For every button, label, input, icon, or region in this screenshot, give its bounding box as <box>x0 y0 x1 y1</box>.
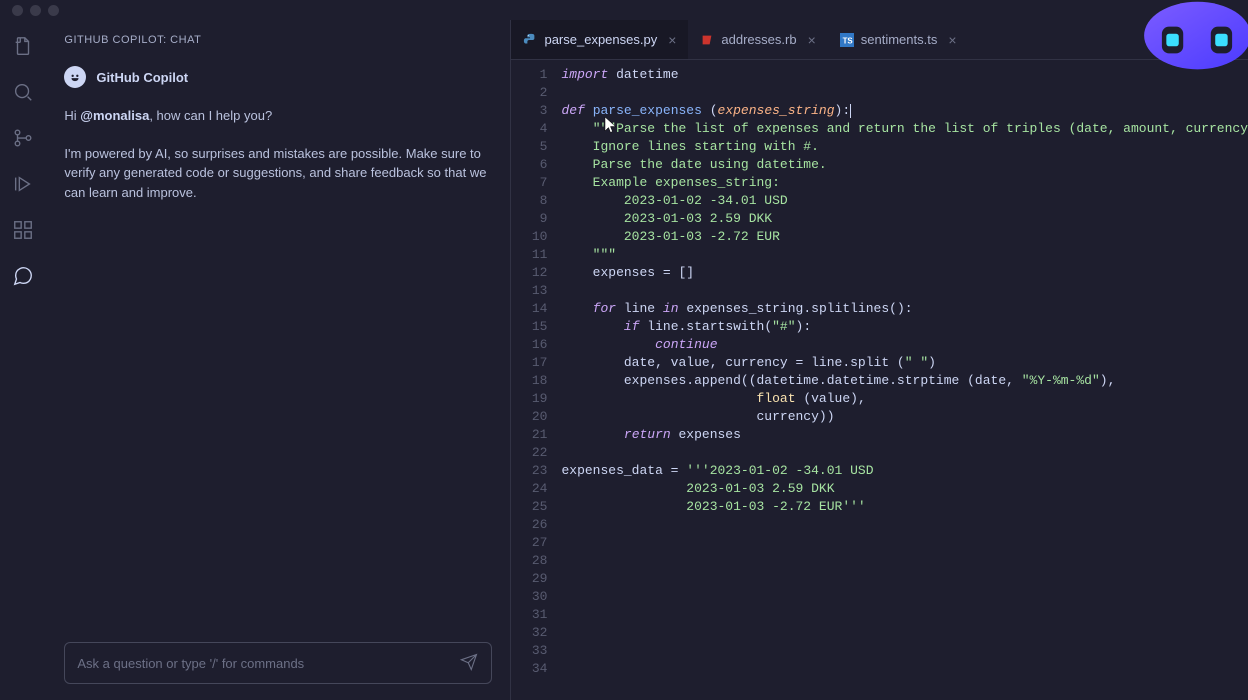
extensions-icon[interactable] <box>9 216 37 244</box>
search-icon[interactable] <box>9 78 37 106</box>
svg-text:TS: TS <box>842 36 852 45</box>
close-icon[interactable]: × <box>668 32 676 48</box>
line-numbers: 1234567891011121314151617181920212223242… <box>511 66 561 700</box>
activity-bar <box>0 20 46 700</box>
chat-icon[interactable] <box>9 262 37 290</box>
tab-parse_expenses-py[interactable]: parse_expenses.py × <box>511 20 688 59</box>
tab-label: parse_expenses.py <box>544 32 657 47</box>
chat-input[interactable] <box>77 656 459 671</box>
chat-description: I'm powered by AI, so surprises and mist… <box>64 144 492 203</box>
close-icon[interactable]: × <box>808 32 816 48</box>
window-close-icon[interactable] <box>12 5 23 16</box>
close-icon[interactable]: × <box>948 32 956 48</box>
tab-label: addresses.rb <box>721 32 796 47</box>
send-icon <box>460 653 478 671</box>
explorer-icon[interactable] <box>9 32 37 60</box>
chat-bot-name: GitHub Copilot <box>96 70 188 85</box>
mouse-cursor-icon <box>604 116 618 134</box>
debug-icon[interactable] <box>9 170 37 198</box>
source-control-icon[interactable] <box>9 124 37 152</box>
chat-greeting: Hi @monalisa, how can I help you? <box>64 106 492 126</box>
titlebar <box>0 0 1248 20</box>
copilot-badge-icon <box>1128 0 1248 80</box>
editor-area: parse_expenses.py × addresses.rb × TS sentime… <box>511 20 1248 700</box>
panel-title: GITHUB COPILOT: CHAT <box>64 34 492 46</box>
code-editor[interactable]: 1234567891011121314151617181920212223242… <box>511 60 1248 700</box>
send-button[interactable] <box>459 653 479 673</box>
chat-input-container[interactable] <box>64 642 492 684</box>
code-content[interactable]: import datetime def parse_expenses (expe… <box>561 66 1248 700</box>
tab-sentiments-ts[interactable]: TS sentiments.ts × <box>828 20 969 59</box>
copilot-avatar-icon <box>64 66 86 88</box>
chat-panel: GITHUB COPILOT: CHAT GitHub Copilot Hi @… <box>46 20 511 700</box>
window-maximize-icon[interactable] <box>48 5 59 16</box>
tab-addresses-rb[interactable]: addresses.rb × <box>688 20 827 59</box>
window-minimize-icon[interactable] <box>30 5 41 16</box>
tab-label: sentiments.ts <box>861 32 938 47</box>
